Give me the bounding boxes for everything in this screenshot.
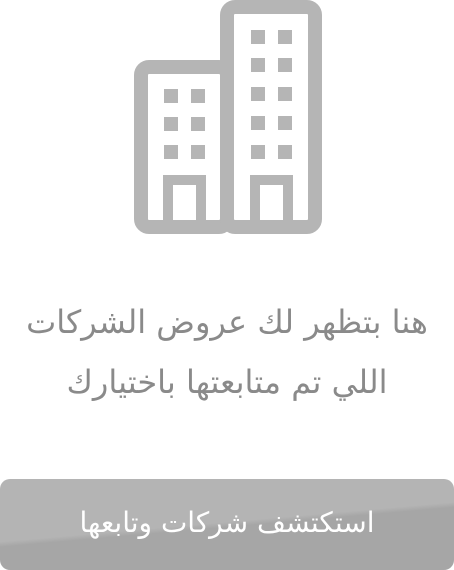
message-line-2: اللي تم متابعتها باختيارك xyxy=(66,363,388,401)
empty-state-illustration xyxy=(128,0,328,240)
explore-companies-button-label: استكتشف شركات وتابعها xyxy=(79,506,375,539)
building-icon xyxy=(134,0,322,234)
empty-state-message: هنا بتظهر لك عروض الشركات اللي تم متابعت… xyxy=(0,292,454,412)
message-line-1: هنا بتظهر لك عروض الشركات xyxy=(26,303,428,341)
explore-companies-button[interactable]: استكتشف شركات وتابعها xyxy=(0,479,454,570)
